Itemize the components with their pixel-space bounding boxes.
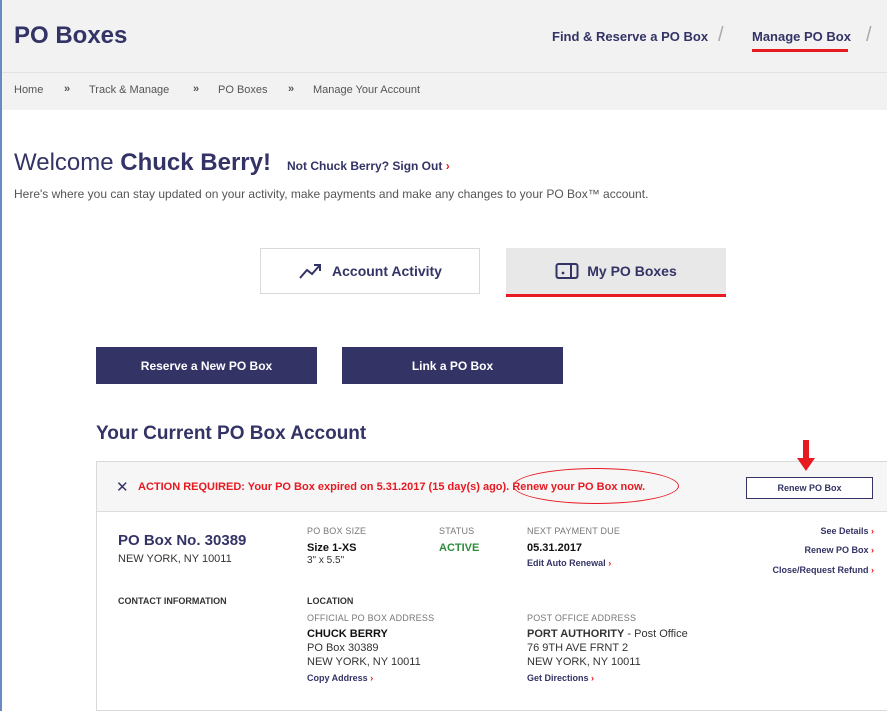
official-address-line1: PO Box 30389	[307, 642, 379, 654]
annotation-arrow-down-icon	[797, 440, 815, 471]
sign-out-label: Not Chuck Berry? Sign Out	[287, 159, 443, 173]
copy-address-label: Copy Address	[307, 673, 368, 683]
nav-manage-po-box[interactable]: Manage PO Box	[752, 29, 851, 44]
breadcrumb-track-manage[interactable]: Track & Manage	[89, 84, 169, 96]
post-office-suffix: - Post Office	[624, 628, 688, 640]
trend-up-icon	[299, 264, 322, 279]
tab-my-po-boxes[interactable]: My PO Boxes	[506, 248, 726, 294]
nav-separator: /	[866, 24, 872, 46]
sign-out-link[interactable]: Not Chuck Berry? Sign Out ›	[287, 159, 450, 173]
official-address-name: CHUCK BERRY	[307, 628, 388, 640]
renew-po-box-link[interactable]: Renew PO Box ›	[740, 545, 874, 555]
chevron-right-icon: ›	[370, 673, 374, 683]
renew-po-box-label: Renew PO Box	[804, 545, 869, 555]
close-request-refund-link[interactable]: Close/Request Refund ›	[720, 565, 874, 575]
official-address-line2: NEW YORK, NY 10011	[307, 656, 421, 668]
post-office-name: PORT AUTHORITY - Post Office	[527, 628, 688, 640]
nav-active-underline	[752, 49, 848, 52]
tab-my-po-boxes-label: My PO Boxes	[587, 263, 677, 279]
po-box-icon	[555, 263, 579, 279]
payment-due-label: NEXT PAYMENT DUE	[527, 526, 621, 536]
welcome-heading: Welcome Chuck Berry!	[14, 149, 271, 177]
breadcrumb-separator: »	[193, 83, 200, 95]
chevron-right-icon: ›	[871, 526, 874, 536]
tab-account-activity-label: Account Activity	[332, 263, 442, 279]
annotation-circle	[513, 468, 679, 504]
post-office-address-label: POST OFFICE ADDRESS	[527, 613, 637, 623]
edit-auto-renewal-link[interactable]: Edit Auto Renewal ›	[527, 558, 611, 568]
tab-account-activity[interactable]: Account Activity	[260, 248, 480, 294]
size-dimensions: 3" x 5.5"	[307, 555, 345, 566]
breadcrumb-manage-account: Manage Your Account	[313, 84, 421, 96]
po-box-number: PO Box No. 30389	[118, 532, 247, 549]
get-directions-label: Get Directions	[527, 673, 589, 683]
nav-find-reserve[interactable]: Find & Reserve a PO Box	[552, 29, 708, 44]
post-office-line2: NEW YORK, NY 10011	[527, 656, 641, 668]
welcome-greeting: Welcome	[14, 149, 114, 176]
welcome-user-name: Chuck Berry!	[120, 149, 271, 176]
renew-po-box-button[interactable]: Renew PO Box	[746, 477, 873, 499]
copy-address-link[interactable]: Copy Address ›	[307, 673, 373, 683]
edit-auto-renewal-label: Edit Auto Renewal	[527, 558, 606, 568]
tab-active-underline	[506, 294, 726, 297]
page-brand-title: PO Boxes	[14, 22, 128, 49]
po-box-city: NEW YORK, NY 10011	[118, 553, 232, 565]
see-details-label: See Details	[820, 526, 869, 536]
breadcrumb-separator: »	[288, 83, 295, 95]
chevron-right-icon: ›	[591, 673, 595, 683]
post-office-name-bold: PORT AUTHORITY	[527, 628, 625, 640]
location-label: LOCATION	[307, 596, 354, 606]
chevron-right-icon: ›	[608, 558, 612, 568]
breadcrumb-separator: »	[64, 83, 71, 95]
size-value: Size 1-XS	[307, 542, 357, 554]
link-po-box-button[interactable]: Link a PO Box	[342, 347, 563, 384]
close-icon[interactable]: ✕	[116, 478, 129, 496]
chevron-right-icon: ›	[871, 565, 874, 575]
section-title: Your Current PO Box Account	[96, 423, 367, 444]
close-request-refund-label: Close/Request Refund	[772, 565, 869, 575]
payment-due-value: 05.31.2017	[527, 542, 583, 554]
chevron-right-icon: ›	[445, 159, 450, 173]
reserve-new-po-box-button[interactable]: Reserve a New PO Box	[96, 347, 317, 384]
status-badge: ACTIVE	[439, 542, 480, 554]
contact-info-label: CONTACT INFORMATION	[118, 596, 227, 606]
nav-separator: /	[718, 24, 724, 46]
status-label: STATUS	[439, 526, 475, 536]
alert-prefix: ACTION REQUIRED: Your PO Box expired on …	[138, 481, 510, 493]
get-directions-link[interactable]: Get Directions ›	[527, 673, 594, 683]
breadcrumb-home[interactable]: Home	[14, 84, 43, 96]
welcome-subtext: Here's where you can stay updated on you…	[14, 187, 649, 201]
see-details-link[interactable]: See Details ›	[760, 526, 874, 536]
size-label: PO BOX SIZE	[307, 526, 367, 536]
chevron-right-icon: ›	[871, 545, 874, 555]
official-address-label: OFFICIAL PO BOX ADDRESS	[307, 613, 435, 623]
post-office-line1: 76 9TH AVE FRNT 2	[527, 642, 629, 654]
breadcrumb-po-boxes[interactable]: PO Boxes	[218, 84, 268, 96]
